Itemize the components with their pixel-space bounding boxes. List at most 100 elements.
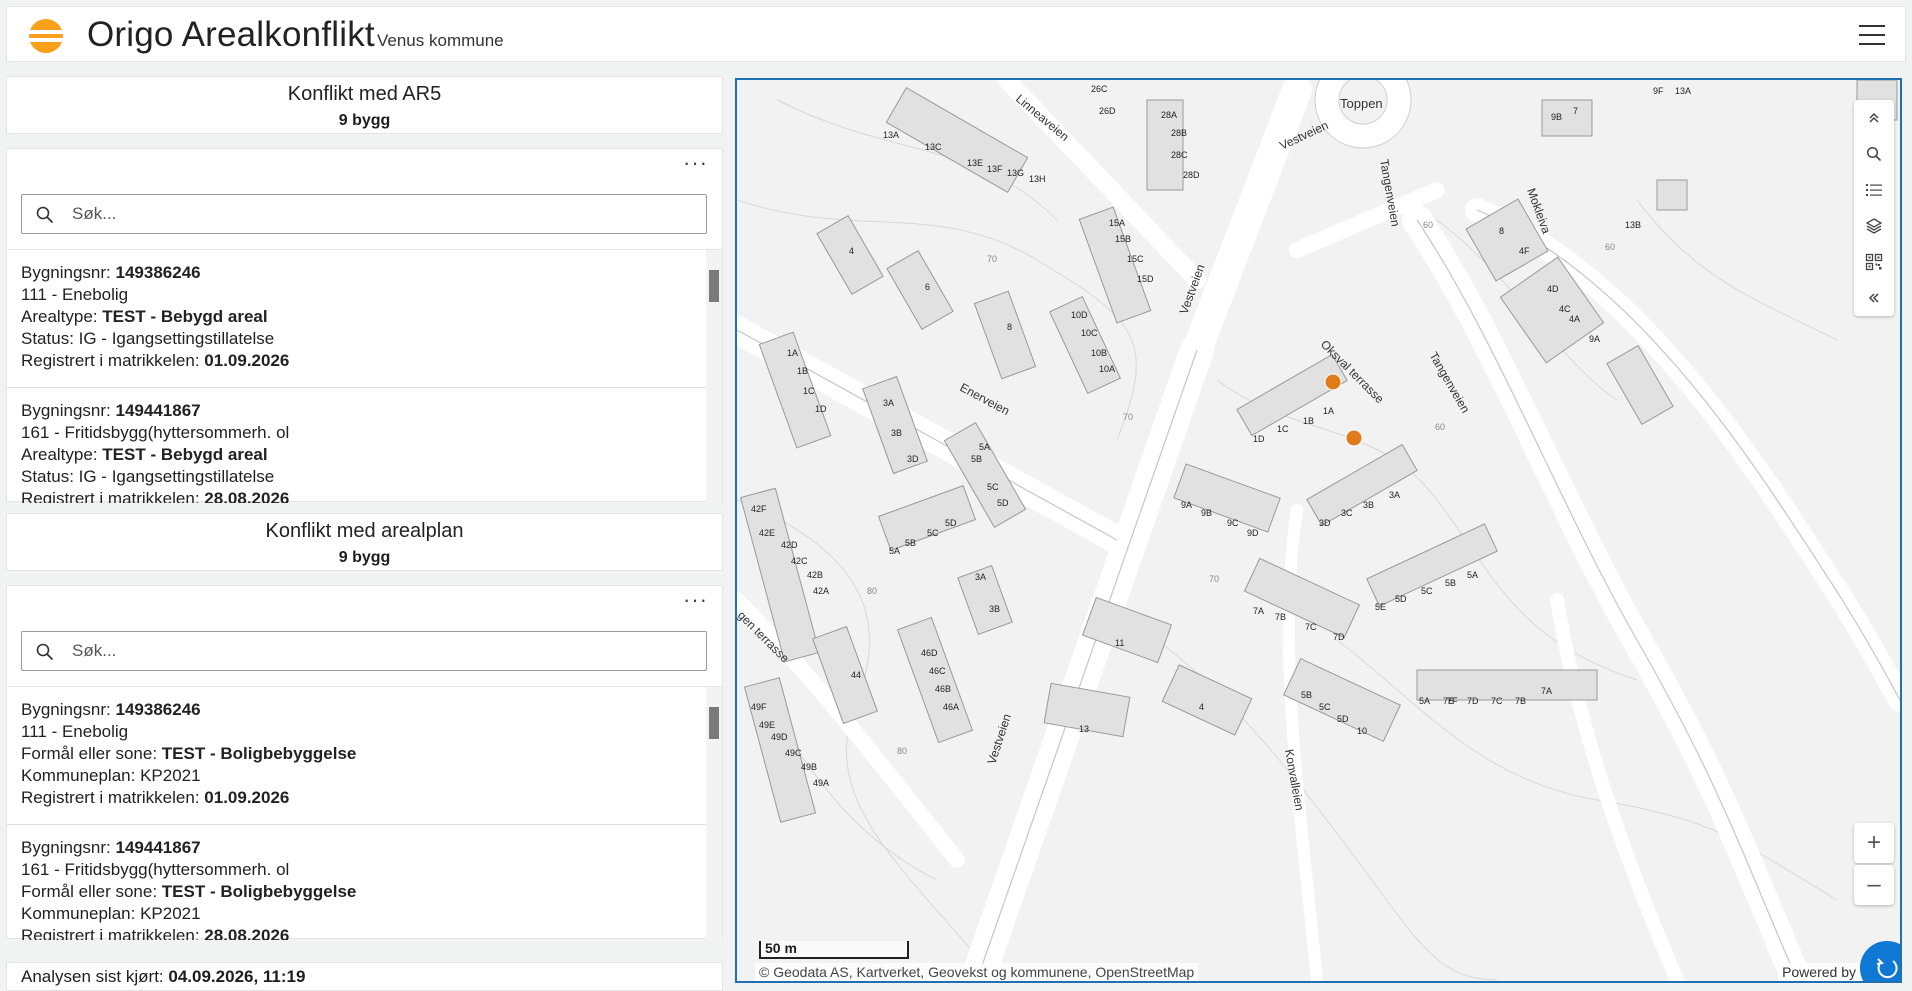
analysis-footer: Analysen sist kjørt: 04.09.2026, 11:19 — [6, 962, 723, 991]
building-label: 9C — [1227, 518, 1239, 528]
building-label: 1A — [787, 348, 798, 358]
section-title: Konflikt med AR5 — [287, 83, 442, 105]
contour-label: 80 — [867, 586, 877, 596]
road-label: Enerveien — [958, 380, 1012, 418]
zoom-in-button[interactable]: + — [1854, 823, 1894, 863]
status: Status: IG - Igangsettingstillatelse — [21, 467, 275, 486]
building-label: 49D — [771, 732, 788, 742]
hamburger-menu-icon[interactable] — [1859, 25, 1885, 47]
building-label: 49A — [813, 778, 829, 788]
building-number-label: Bygningsnr: — [21, 838, 111, 857]
conflict-marker[interactable] — [1324, 373, 1342, 391]
legend-list-icon[interactable] — [1854, 172, 1894, 208]
scale-bar: 50 m — [759, 941, 909, 959]
road-label: Linneaveien — [1013, 92, 1072, 144]
search-icon — [36, 643, 54, 661]
zoom-out-button[interactable]: – — [1854, 865, 1894, 905]
scroll-thumb[interactable] — [709, 270, 719, 302]
building-label: 4F — [1519, 246, 1530, 256]
list-item[interactable]: Bygningsnr: 149441867 161 - Fritidsbygg(… — [7, 388, 722, 503]
building-number: 149386246 — [115, 263, 201, 282]
collapse-left-icon[interactable] — [1854, 280, 1894, 316]
section-count: 9 bygg — [338, 112, 391, 129]
place-label: Toppen — [1340, 96, 1383, 111]
building-label: 13C — [925, 142, 942, 152]
more-options-button[interactable]: ··· — [683, 589, 708, 611]
map-attribution[interactable]: © Geodata AS, Kartverket, Geovekst og ko… — [755, 963, 1199, 981]
list-item[interactable]: Bygningsnr: 149386246 111 - Enebolig For… — [7, 687, 722, 825]
search-field[interactable] — [21, 194, 707, 234]
building-label: 42A — [813, 586, 829, 596]
area-type-label: Arealtype: — [21, 307, 98, 326]
contour-label: 70 — [1209, 574, 1219, 584]
building-label: 3C — [1341, 508, 1353, 518]
building-label: 6 — [925, 282, 930, 292]
result-panel-arealplan: ··· Bygningsnr: 149386246 111 - Enebolig… — [6, 585, 723, 940]
scrollbar[interactable] — [706, 687, 722, 940]
building-number-label: Bygningsnr: — [21, 700, 111, 719]
building-label: 49E — [759, 720, 775, 730]
map-view[interactable]: Linneaveien Vestveien Toppen Tangenveien… — [735, 78, 1902, 983]
registered-label: Registrert i matrikkelen: — [21, 351, 200, 370]
building-label: 5C — [1421, 586, 1433, 596]
building-label: 1D — [815, 404, 827, 414]
building-label: 42D — [781, 540, 798, 550]
building-label: 3A — [883, 398, 894, 408]
building-label: 8 — [1499, 226, 1504, 236]
contour-label: 80 — [897, 746, 907, 756]
list-item[interactable]: Bygningsnr: 149386246 111 - Enebolig Are… — [7, 250, 722, 388]
contour-label: 60 — [1435, 422, 1445, 432]
building-label: 3D — [907, 454, 919, 464]
result-list[interactable]: Bygningsnr: 149386246 111 - Enebolig For… — [7, 686, 722, 940]
layers-icon[interactable] — [1854, 208, 1894, 244]
building-label: 13F — [987, 164, 1003, 174]
more-options-button[interactable]: ··· — [683, 152, 708, 174]
qr-code-icon[interactable] — [1854, 244, 1894, 280]
registered-date: 01.09.2026 — [204, 351, 290, 370]
result-panel-ar5: ··· Bygningsnr: 149386246 111 - Enebolig… — [6, 148, 723, 503]
building-label: 5A — [1467, 570, 1478, 580]
search-input[interactable] — [72, 201, 692, 227]
collapse-up-icon[interactable] — [1854, 100, 1894, 136]
scroll-thumb[interactable] — [709, 707, 719, 739]
search-input[interactable] — [72, 638, 692, 664]
building-label: 13B — [1625, 220, 1641, 230]
building-label: 46A — [943, 702, 959, 712]
building-label: 15D — [1137, 274, 1154, 284]
building-label: 4D — [1547, 284, 1559, 294]
building-label: 3B — [989, 604, 1000, 614]
building-label: 1D — [1253, 434, 1265, 444]
building-label: 7B — [1515, 696, 1526, 706]
building-label: 7F — [1447, 696, 1458, 706]
search-icon — [36, 206, 54, 224]
building-label: 13A — [883, 130, 899, 140]
building-label: 7B — [1275, 612, 1286, 622]
building-label: 7A — [1541, 686, 1552, 696]
building-label: 1B — [797, 366, 808, 376]
building-label: 28C — [1171, 150, 1188, 160]
building-label: 9B — [1201, 508, 1212, 518]
area-type: TEST - Bebygd areal — [102, 307, 268, 326]
contour-label: 70 — [1123, 412, 1133, 422]
basemap[interactable]: Linneaveien Vestveien Toppen Tangenveien… — [737, 80, 1900, 981]
purpose-label: Formål eller sone: — [21, 882, 158, 901]
search-icon[interactable] — [1854, 136, 1894, 172]
building-label: 13G — [1007, 168, 1024, 178]
conflict-marker[interactable] — [1345, 429, 1363, 447]
list-item[interactable]: Bygningsnr: 149441867 161 - Fritidsbygg(… — [7, 825, 722, 940]
building-label: 9A — [1181, 500, 1192, 510]
contour-label: 60 — [1605, 242, 1615, 252]
search-field[interactable] — [21, 631, 707, 671]
building-number: 149386246 — [115, 700, 201, 719]
building-label: 5D — [997, 498, 1009, 508]
building-number: 149441867 — [115, 838, 201, 857]
building-label: 4A — [1569, 314, 1580, 324]
refresh-icon — [1876, 958, 1898, 979]
registered-label: Registrert i matrikkelen: — [21, 788, 200, 807]
scale-label: 50 m — [765, 940, 797, 956]
result-list[interactable]: Bygningsnr: 149386246 111 - Enebolig Are… — [7, 249, 722, 503]
building-label: 46D — [921, 648, 938, 658]
building-label: 3D — [1319, 518, 1331, 528]
scrollbar[interactable] — [706, 250, 722, 503]
area-type: TEST - Bebygd areal — [102, 445, 268, 464]
